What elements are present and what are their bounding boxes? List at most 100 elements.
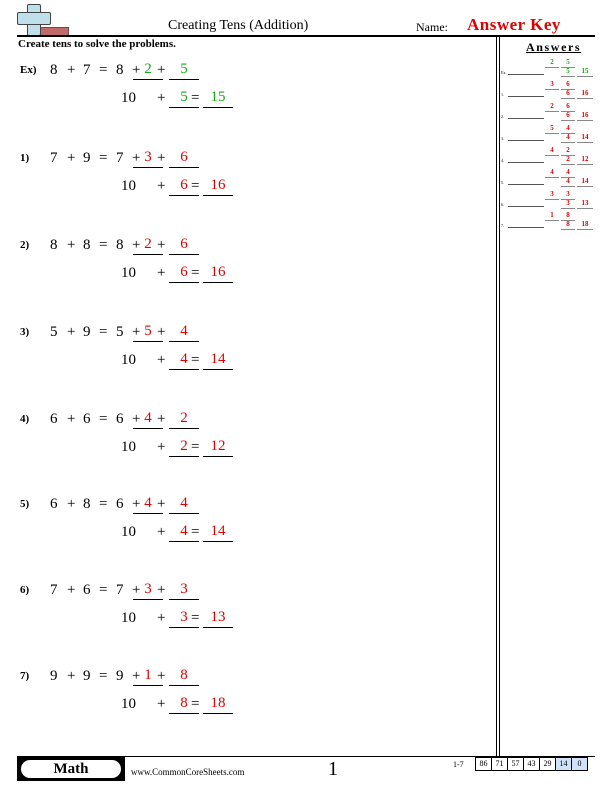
problem-label: 6) xyxy=(20,584,30,596)
addend-a: 8 xyxy=(50,237,58,253)
first-addend: 9 xyxy=(116,668,124,684)
equals-sign: = xyxy=(99,324,108,340)
answer-add: 2 xyxy=(561,155,575,165)
answer-sum: 15 xyxy=(577,67,593,77)
plus-sign: + xyxy=(157,178,166,194)
ten-value: 10 xyxy=(121,696,136,712)
split-two-answer[interactable]: 4 xyxy=(169,323,199,342)
plus-sign: + xyxy=(157,668,166,684)
sum-answer[interactable]: 14 xyxy=(203,351,233,370)
plus-logo-icon-bar xyxy=(17,12,51,25)
sum-answer[interactable]: 18 xyxy=(203,695,233,714)
answer-add: 6 xyxy=(561,89,575,99)
split-two-answer[interactable]: 6 xyxy=(169,149,199,168)
plus-sign: + xyxy=(157,610,166,626)
split-two-answer[interactable]: 2 xyxy=(169,410,199,429)
sum-answer[interactable]: 12 xyxy=(203,438,233,457)
name-label: Name: xyxy=(416,20,448,34)
equals-sign: = xyxy=(191,90,200,106)
answer-split-one: 2 xyxy=(545,102,559,112)
answer-row-label: Ex. xyxy=(501,70,507,75)
equals-sign: = xyxy=(99,62,108,78)
plus-sign: + xyxy=(157,90,166,106)
plus-sign: + xyxy=(67,62,76,78)
answer-line xyxy=(508,140,544,141)
split-two-answer[interactable]: 3 xyxy=(169,581,199,600)
answer-split-one: 2 xyxy=(545,58,559,68)
equals-sign: = xyxy=(191,524,200,540)
sum-answer[interactable]: 15 xyxy=(203,89,233,108)
addend-b: 9 xyxy=(83,668,91,684)
ten-value: 10 xyxy=(121,90,136,106)
answer-split-one: 3 xyxy=(545,190,559,200)
ten-value: 10 xyxy=(121,178,136,194)
ten-value: 10 xyxy=(121,352,136,368)
score-table: 86 71 57 43 29 14 0 xyxy=(475,757,588,771)
answer-split-one: 3 xyxy=(545,80,559,90)
split-two-answer[interactable]: 8 xyxy=(169,667,199,686)
addend-b: 8 xyxy=(83,237,91,253)
equals-sign: = xyxy=(99,582,108,598)
site-link[interactable]: www.CommonCoreSheets.com xyxy=(131,767,244,777)
sum-answer[interactable]: 16 xyxy=(203,264,233,283)
answer-sum: 12 xyxy=(577,155,593,165)
plus-sign: + xyxy=(157,696,166,712)
answer-add: 4 xyxy=(561,177,575,187)
sum-answer[interactable]: 16 xyxy=(203,177,233,196)
plus-sign: + xyxy=(67,668,76,684)
answer-sum: 18 xyxy=(577,220,593,230)
answer-add: 6 xyxy=(561,111,575,121)
answer-row-label: 2. xyxy=(501,114,504,119)
ten-value: 10 xyxy=(121,439,136,455)
addend-a: 5 xyxy=(50,324,58,340)
answer-add: 3 xyxy=(561,199,575,209)
score-cell: 0 xyxy=(571,758,587,770)
answer-sum: 16 xyxy=(577,89,593,99)
sum-answer[interactable]: 13 xyxy=(203,609,233,628)
answer-split-one: 1 xyxy=(545,211,559,221)
score-cell: 43 xyxy=(523,758,539,770)
problem-label: Ex) xyxy=(20,64,37,76)
first-addend: 5 xyxy=(116,324,124,340)
addend-b: 6 xyxy=(83,582,91,598)
answer-sum: 16 xyxy=(577,111,593,121)
plus-sign: + xyxy=(157,265,166,281)
plus-sign: + xyxy=(157,352,166,368)
ten-value: 10 xyxy=(121,524,136,540)
answer-split-one: 4 xyxy=(545,146,559,156)
addend-a: 6 xyxy=(50,496,58,512)
equals-sign: = xyxy=(99,411,108,427)
plus-sign: + xyxy=(67,496,76,512)
problem-label: 2) xyxy=(20,239,30,251)
answer-sum: 14 xyxy=(577,133,593,143)
split-two-answer[interactable]: 6 xyxy=(169,236,199,255)
plus-sign: + xyxy=(67,411,76,427)
answer-row-label: 3. xyxy=(501,136,504,141)
plus-sign: + xyxy=(157,411,166,427)
name-value: Answer Key xyxy=(467,15,561,34)
equals-sign: = xyxy=(99,668,108,684)
first-addend: 7 xyxy=(116,150,124,166)
first-addend: 8 xyxy=(116,62,124,78)
addend-b: 7 xyxy=(83,62,91,78)
score-cell: 86 xyxy=(479,759,488,768)
answer-add: 5 xyxy=(561,67,575,77)
sum-answer[interactable]: 14 xyxy=(203,523,233,542)
problem-label: 4) xyxy=(20,413,30,425)
split-two-answer[interactable]: 5 xyxy=(169,61,199,80)
plus-sign: + xyxy=(157,324,166,340)
plus-sign: + xyxy=(157,496,166,512)
first-addend: 6 xyxy=(116,411,124,427)
equals-sign: = xyxy=(99,496,108,512)
score-cell: 71 xyxy=(491,758,507,770)
addend-a: 8 xyxy=(50,62,58,78)
addend-b: 6 xyxy=(83,411,91,427)
problem-label: 3) xyxy=(20,326,30,338)
subject-label: Math xyxy=(21,760,121,778)
score-cell: 29 xyxy=(539,758,555,770)
answer-line xyxy=(508,96,544,97)
split-two-answer[interactable]: 4 xyxy=(169,495,199,514)
plus-sign: + xyxy=(67,324,76,340)
score-cell: 14 xyxy=(555,758,571,770)
plus-sign: + xyxy=(157,582,166,598)
